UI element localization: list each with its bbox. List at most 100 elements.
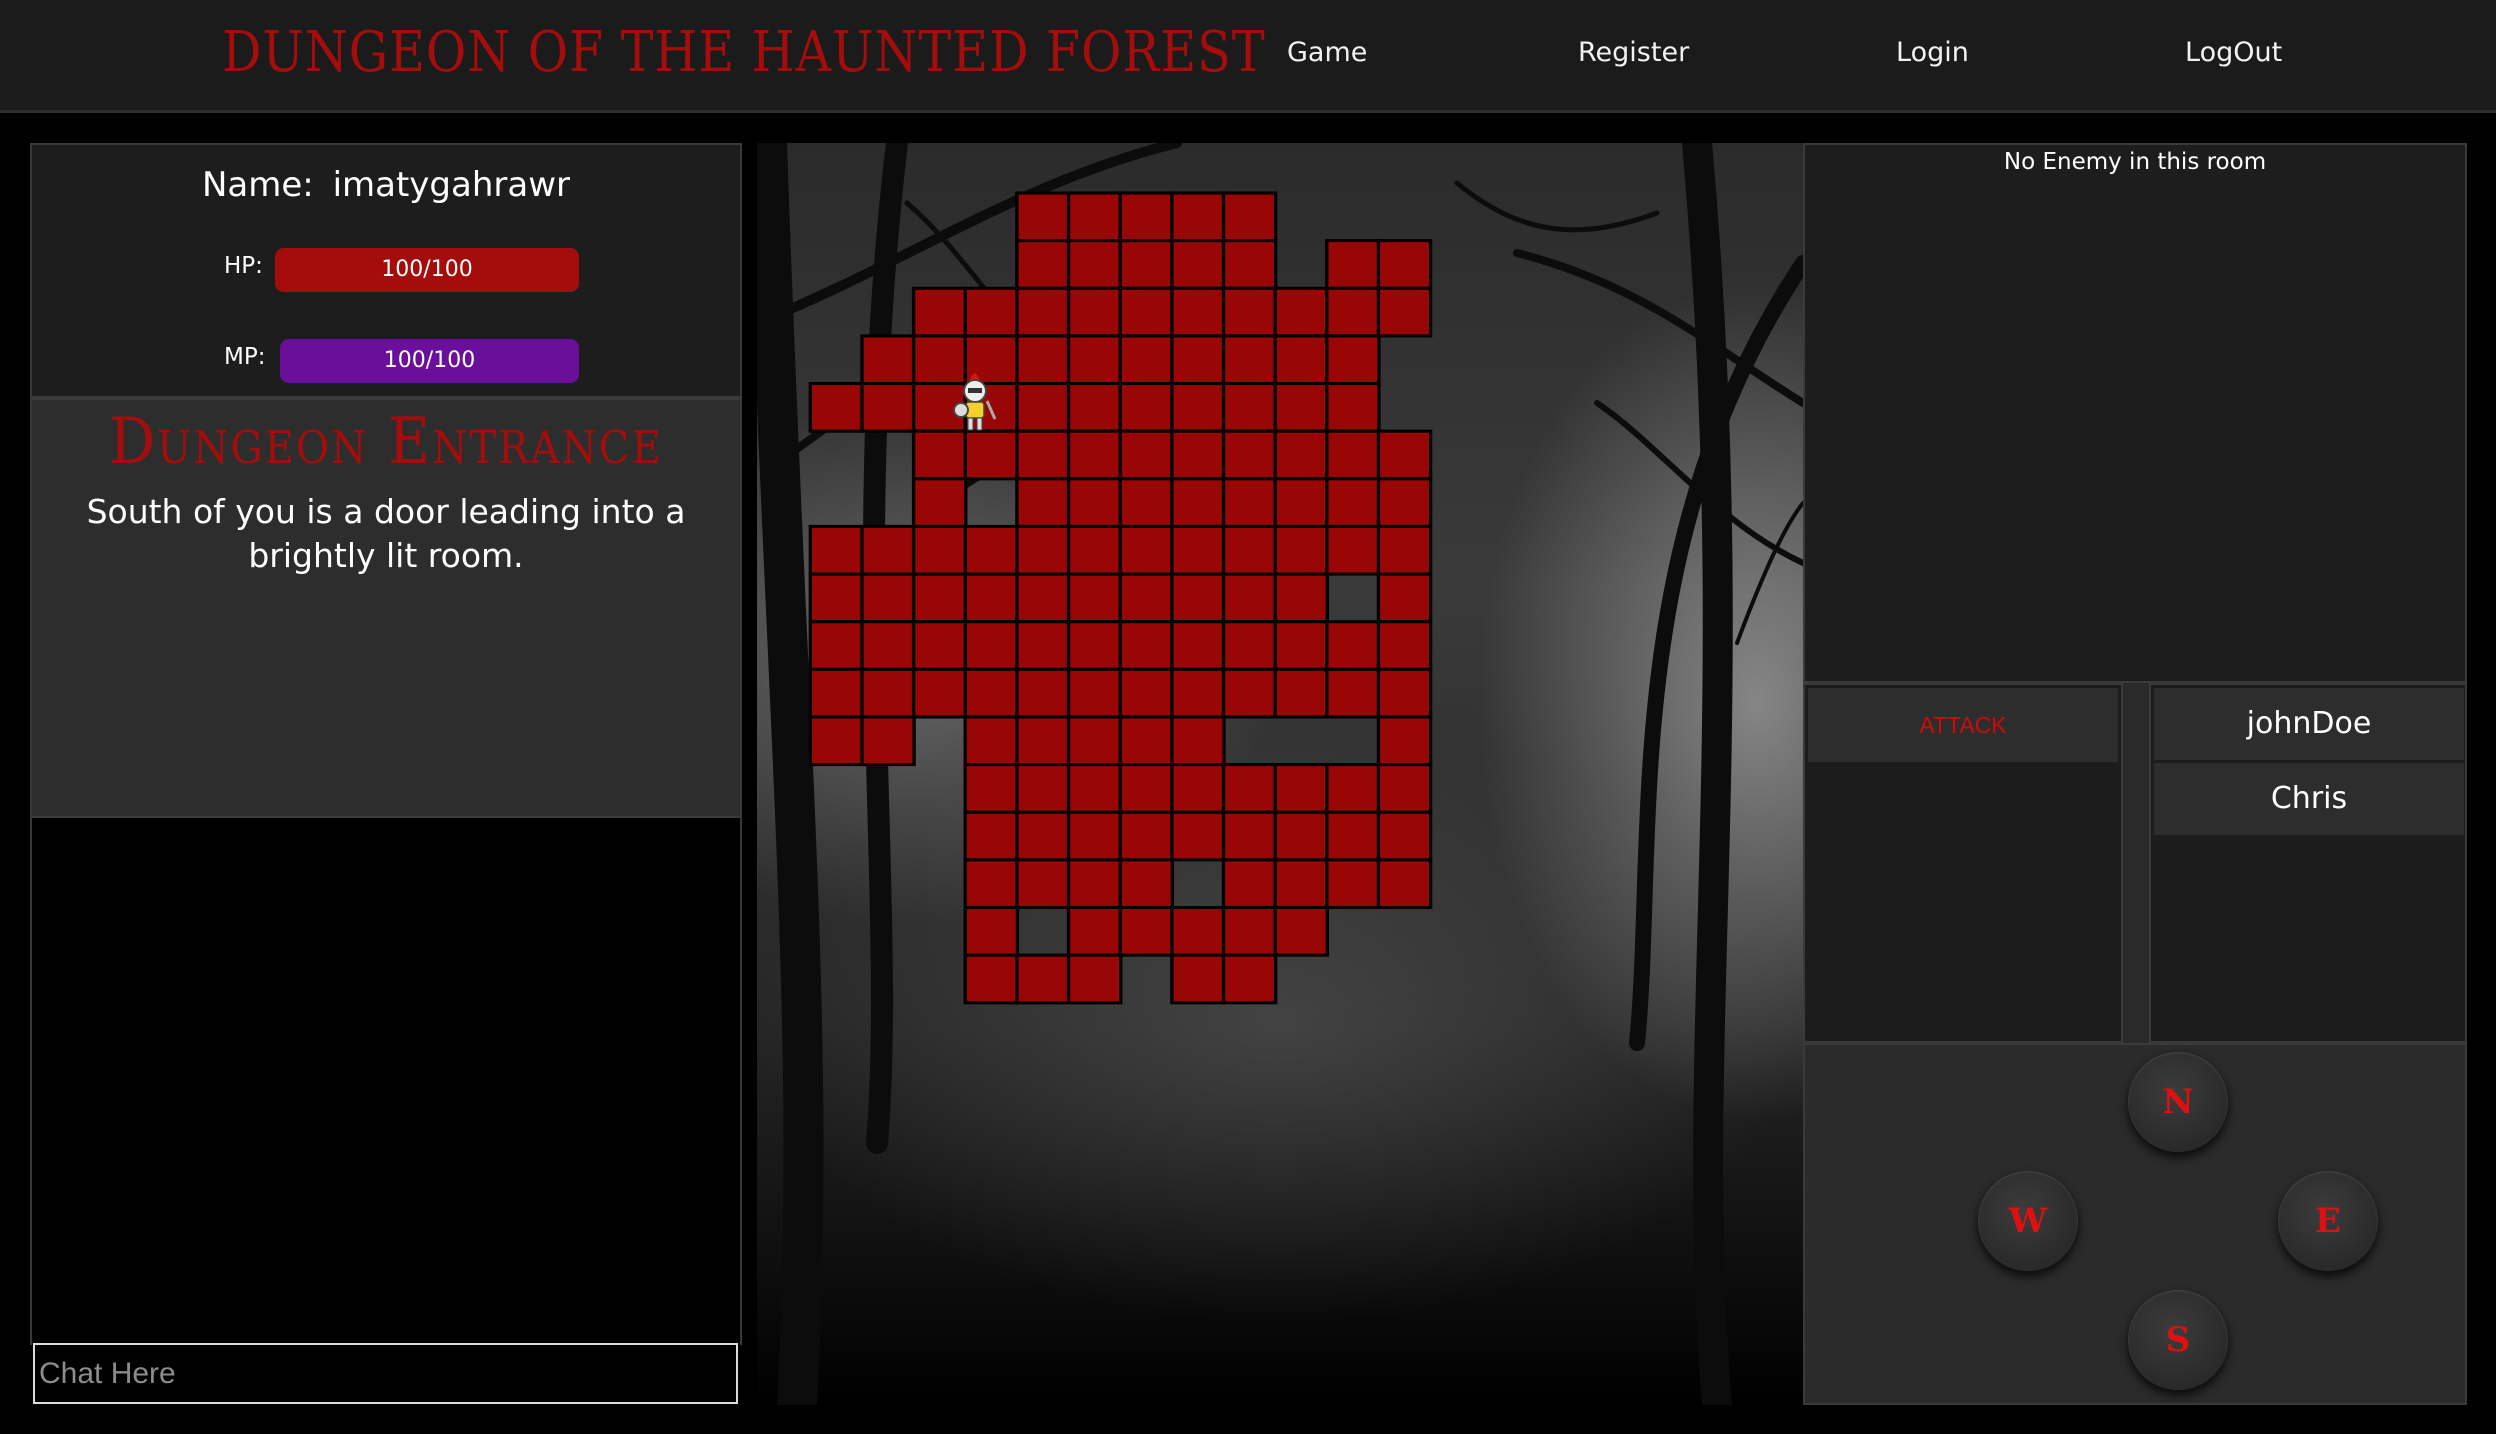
maze-room bbox=[911, 286, 968, 338]
maze-room bbox=[1066, 334, 1123, 386]
attack-button[interactable]: ATTACK bbox=[1808, 688, 2118, 762]
maze-room bbox=[860, 382, 916, 433]
maze-room bbox=[1170, 810, 1226, 862]
maze-room bbox=[911, 572, 968, 624]
maze-room bbox=[1066, 858, 1123, 910]
chat-input[interactable] bbox=[33, 1343, 738, 1404]
maze-room bbox=[1066, 429, 1123, 481]
maze-room bbox=[963, 715, 1020, 767]
maze-room bbox=[1221, 334, 1278, 386]
maze-room bbox=[1325, 858, 1381, 910]
maze-room bbox=[1221, 524, 1278, 576]
maze-room bbox=[1221, 477, 1278, 528]
maze-room bbox=[911, 667, 968, 719]
maze-room bbox=[1221, 763, 1278, 814]
hp-bar: 100/100 bbox=[275, 248, 579, 292]
maze-room bbox=[963, 524, 1020, 576]
maze-room bbox=[1118, 715, 1175, 767]
maze-room bbox=[911, 524, 968, 576]
dungeon-map bbox=[757, 143, 1803, 1405]
player-name-row: Name: imatygahrawr bbox=[32, 165, 740, 205]
move-east-button[interactable]: E bbox=[2278, 1171, 2378, 1271]
maze-room bbox=[1325, 667, 1381, 719]
maze-room bbox=[1066, 239, 1123, 290]
maze-room bbox=[1015, 810, 1071, 862]
maze-room bbox=[1066, 620, 1123, 671]
maze-room bbox=[1118, 334, 1175, 386]
maze-room bbox=[963, 286, 1020, 338]
maze-room bbox=[1325, 382, 1381, 433]
nav-login-link[interactable]: Login bbox=[1896, 37, 1969, 68]
maze-room bbox=[1066, 715, 1123, 767]
maze-room bbox=[1170, 905, 1226, 957]
player-list-item-chris[interactable]: Chris bbox=[2154, 763, 2464, 835]
maze-room bbox=[1118, 239, 1175, 290]
maze-room bbox=[1273, 382, 1329, 433]
room-description: South of you is a door leading into a br… bbox=[86, 492, 686, 575]
maze-room bbox=[1066, 572, 1123, 624]
maze-room bbox=[1221, 191, 1278, 243]
maze-room bbox=[1015, 524, 1071, 576]
actions-panel: ATTACK bbox=[1803, 683, 2123, 1043]
maze-room bbox=[1376, 429, 1433, 481]
maze-room bbox=[1170, 239, 1226, 290]
maze-room bbox=[1015, 477, 1071, 528]
maze-room bbox=[963, 858, 1020, 910]
site-title[interactable]: DUNGEON OF THE HAUNTED FOREST bbox=[222, 20, 1265, 85]
maze-room bbox=[1376, 715, 1433, 767]
maze-room bbox=[1118, 572, 1175, 624]
maze-room bbox=[1015, 572, 1071, 624]
maze-room bbox=[1221, 858, 1278, 910]
nav-game-link[interactable]: Game bbox=[1287, 37, 1367, 68]
maze-room bbox=[1015, 239, 1071, 290]
move-north-button[interactable]: N bbox=[2128, 1052, 2228, 1152]
maze-room bbox=[1273, 524, 1329, 576]
maze-room bbox=[1118, 763, 1175, 814]
enemy-panel: No Enemy in this room bbox=[1803, 143, 2467, 683]
player-name-label: Name: bbox=[202, 165, 314, 205]
maze-room bbox=[1118, 620, 1175, 671]
maze-room bbox=[1170, 620, 1226, 671]
maze-room bbox=[1118, 858, 1175, 910]
maze-room bbox=[1066, 905, 1123, 957]
maze-room bbox=[1118, 524, 1175, 576]
maze-room bbox=[860, 620, 916, 671]
maze-room bbox=[1273, 334, 1329, 386]
maze-room bbox=[1273, 667, 1329, 719]
maze-room bbox=[1325, 429, 1381, 481]
maze-room bbox=[1015, 763, 1071, 814]
maze-room bbox=[1221, 667, 1278, 719]
maze-room bbox=[1273, 858, 1329, 910]
maze-room bbox=[1015, 286, 1071, 338]
maze-room bbox=[1273, 572, 1329, 624]
maze-room bbox=[963, 810, 1020, 862]
maze-room bbox=[1118, 382, 1175, 433]
maze-room bbox=[1118, 429, 1175, 481]
maze-room bbox=[1376, 477, 1433, 528]
hp-label: HP: bbox=[224, 253, 263, 279]
nav-register-link[interactable]: Register bbox=[1578, 37, 1689, 68]
nav-logout-link[interactable]: LogOut bbox=[2185, 37, 2282, 68]
maze-room bbox=[1066, 953, 1123, 1005]
maze-room bbox=[911, 620, 968, 671]
enemy-status: No Enemy in this room bbox=[2003, 149, 2267, 175]
players-in-room-panel: johnDoe Chris bbox=[2149, 683, 2467, 1043]
maze-room bbox=[1376, 667, 1433, 719]
maze-room bbox=[1066, 524, 1123, 576]
maze-room bbox=[808, 382, 865, 433]
chat-log[interactable] bbox=[30, 818, 742, 1345]
maze-room bbox=[1118, 286, 1175, 338]
maze-room bbox=[1015, 858, 1071, 910]
maze-room bbox=[1015, 191, 1071, 243]
move-south-button[interactable]: S bbox=[2128, 1290, 2228, 1390]
maze-room bbox=[1066, 191, 1123, 243]
move-west-button[interactable]: W bbox=[1978, 1171, 2078, 1271]
maze-room bbox=[1221, 382, 1278, 433]
maze-room bbox=[1325, 524, 1381, 576]
player-list-item-johndoe[interactable]: johnDoe bbox=[2154, 688, 2464, 760]
maze-room bbox=[963, 620, 1020, 671]
maze-room bbox=[860, 524, 916, 576]
maze-room bbox=[1273, 620, 1329, 671]
maze-room bbox=[1066, 382, 1123, 433]
maze-room bbox=[1066, 477, 1123, 528]
